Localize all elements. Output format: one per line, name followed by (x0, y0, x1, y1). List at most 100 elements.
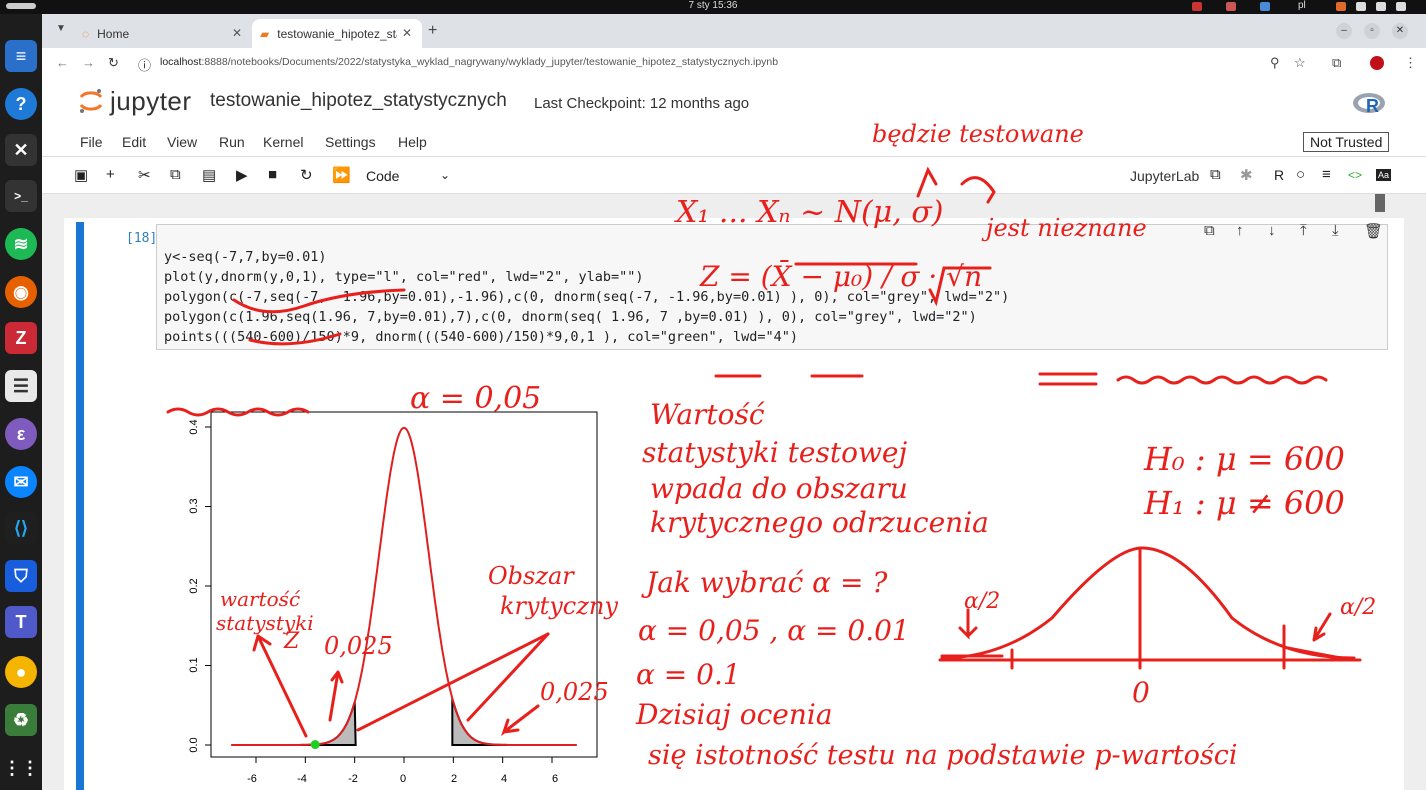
jupyterlab-link[interactable]: JupyterLab (1130, 168, 1199, 184)
show-apps-icon[interactable]: ⋮⋮ (3, 752, 39, 784)
fast-forward-icon[interactable]: ⏩ (332, 166, 351, 184)
vscode-icon[interactable]: ⟨⟩ (5, 512, 37, 544)
insert-below-icon[interactable]: ⤓ (1332, 222, 1339, 239)
spotify-icon[interactable]: ≋ (5, 228, 37, 260)
delete-cell-icon[interactable]: 🗑 (1364, 222, 1383, 240)
checkpoint-status: Last Checkpoint: 12 months ago (534, 95, 750, 112)
new-tab-icon[interactable]: + (428, 22, 437, 40)
back-icon[interactable]: ← (56, 55, 69, 70)
code-line[interactable]: plot(y,dnorm(y,0,1), type="l", col="red"… (164, 269, 644, 285)
cell-selection-bar[interactable] (76, 222, 84, 790)
volume-icon[interactable] (1376, 2, 1386, 11)
menu-settings[interactable]: Settings (325, 134, 376, 150)
notebook-area[interactable]: [18]: y<-seq(-7,7,by=0.01) plot(y,dnorm(… (42, 194, 1426, 790)
code-toggle-icon[interactable]: <> (1348, 168, 1362, 182)
profile-avatar[interactable] (1370, 56, 1384, 70)
firefox-icon[interactable]: ◉ (5, 276, 37, 308)
close-tab-icon[interactable]: ✕ (232, 26, 242, 40)
plus-icon[interactable]: + (106, 166, 115, 183)
external-link-icon[interactable]: ⧉ (1210, 166, 1221, 183)
keyboard-layout[interactable]: pl (1298, 0, 1306, 12)
forward-icon[interactable]: → (82, 55, 95, 70)
menu-help[interactable]: Help (398, 134, 427, 150)
tab-notebook[interactable]: ▰ testowanie_hipotez_sta ✕ (252, 19, 422, 48)
zotero-icon[interactable]: Z (5, 322, 37, 354)
jupyter-logo-icon[interactable] (78, 88, 104, 114)
observed-statistic-point (310, 740, 320, 750)
menu-edit[interactable]: Edit (122, 134, 146, 150)
move-up-icon[interactable]: ↑ (1236, 222, 1244, 239)
url-path: :8888/notebooks/Documents/2022/statystyk… (201, 56, 779, 68)
mic-icon[interactable] (1336, 2, 1346, 11)
x-tick-label: 4 (501, 773, 507, 785)
menu-run[interactable]: Run (219, 134, 245, 150)
kernel-name[interactable]: R (1274, 167, 1284, 183)
play-icon[interactable]: ▶ (236, 166, 248, 184)
restart-icon[interactable]: ↻ (300, 166, 313, 184)
bookmark-star-icon[interactable]: ☆ (1294, 55, 1306, 71)
tab-home[interactable]: ◌ Home ✕ (72, 19, 252, 48)
notebook-title[interactable]: testowanie_hipotez_statystycznych (210, 90, 507, 112)
minimize-icon[interactable]: – (1336, 23, 1352, 39)
insert-above-icon[interactable]: ⤒ (1300, 222, 1307, 239)
zoom-icon[interactable]: ⚲ (1270, 55, 1280, 71)
app-tray-icon[interactable] (1226, 2, 1236, 11)
jupyter-header: jupyter testowanie_hipotez_statystycznyc… (42, 78, 1426, 128)
system-clock[interactable]: 7 sty 15:36 (0, 0, 1426, 12)
copy-icon[interactable]: ⧉ (170, 166, 181, 183)
site-info-icon[interactable]: ⓘ (138, 55, 151, 74)
menu-kernel[interactable]: Kernel (263, 134, 303, 150)
address-bar: ← → ↻ ⓘ localhost:8888/notebooks/Documen… (42, 48, 1426, 79)
trash-icon[interactable]: ♻ (5, 704, 37, 736)
emacs-icon[interactable]: ε (5, 418, 37, 450)
paste-icon[interactable]: ▤ (202, 166, 216, 184)
code-line[interactable]: polygon(c(-7,seq(-7, -1.96,by=0.01),-1.9… (164, 289, 1009, 305)
code-line[interactable]: y<-seq(-7,7,by=0.01) (164, 249, 327, 265)
extensions-icon[interactable]: ⧉ (1332, 55, 1341, 71)
power-icon[interactable] (1396, 2, 1406, 11)
font-size-icon[interactable]: Aa (1376, 169, 1392, 181)
recording-icon[interactable] (1192, 2, 1202, 11)
help-icon[interactable]: ? (5, 88, 37, 120)
close-tab-icon[interactable]: ✕ (402, 26, 412, 40)
notebook-toolbar: ▣ + ✂ ⧉ ▤ ▶ ■ ↻ ⏩ Code ⌄ JupyterLab ⧉ ✱ … (42, 157, 1426, 194)
teams-icon[interactable]: T (5, 606, 37, 638)
scissors-icon[interactable]: ✂ (138, 166, 151, 184)
trust-status-button[interactable]: Not Trusted (1303, 132, 1390, 152)
docs-app-icon[interactable]: ≡ (5, 40, 37, 72)
tab-label: testowanie_hipotez_sta (277, 26, 398, 41)
url-field[interactable]: localhost:8888/notebooks/Documents/2022/… (160, 56, 778, 68)
code-line[interactable]: polygon(c(1.96,seq(1.96, 7,by=0.01),7),c… (164, 309, 977, 325)
code-cell[interactable]: [18]: y<-seq(-7,7,by=0.01) plot(y,dnorm(… (64, 218, 1404, 790)
chrome-icon[interactable]: ● (5, 656, 37, 688)
stop-icon[interactable]: ■ (268, 166, 277, 183)
code-line[interactable]: points(((540-600)/150)*9, dnorm(((540-60… (164, 329, 798, 345)
menu-file[interactable]: File (80, 134, 103, 150)
x-tick-label: 2 (451, 773, 457, 785)
plot-frame (210, 411, 598, 758)
tab-search-icon[interactable]: ▼ (56, 23, 66, 34)
scrollbar-thumb[interactable] (1375, 194, 1385, 212)
duplicate-cell-icon[interactable]: ⧉ (1204, 222, 1215, 239)
x-app-icon[interactable]: ✕ (5, 134, 37, 166)
wifi-icon[interactable] (1356, 2, 1366, 11)
reload-icon[interactable]: ↻ (108, 55, 119, 71)
debugger-icon[interactable]: ✱ (1240, 166, 1253, 184)
app-tray-icon-2[interactable] (1260, 2, 1270, 11)
chevron-down-icon[interactable]: ⌄ (440, 168, 450, 182)
cell-type-select[interactable]: Code (366, 168, 399, 184)
code-editor[interactable]: y<-seq(-7,7,by=0.01) plot(y,dnorm(y,0,1)… (156, 224, 1388, 350)
jupyter-favicon: ▰ (260, 26, 270, 41)
save-icon[interactable]: ▣ (74, 166, 88, 184)
terminal-icon[interactable]: >_ (5, 180, 37, 212)
reader-app-icon[interactable]: ☰ (5, 370, 37, 402)
menu-view[interactable]: View (167, 134, 197, 150)
bitwarden-icon[interactable]: ⛉ (5, 560, 37, 592)
url-host: localhost (160, 56, 202, 68)
thunderbird-icon[interactable]: ✉ (5, 466, 37, 498)
move-down-icon[interactable]: ↓ (1268, 222, 1276, 239)
hamburger-menu-icon[interactable]: ≡ (1322, 166, 1331, 183)
close-window-icon[interactable]: ✕ (1392, 23, 1408, 39)
browser-menu-icon[interactable]: ⋮ (1404, 55, 1417, 71)
maximize-icon[interactable]: ▫ (1364, 23, 1380, 39)
